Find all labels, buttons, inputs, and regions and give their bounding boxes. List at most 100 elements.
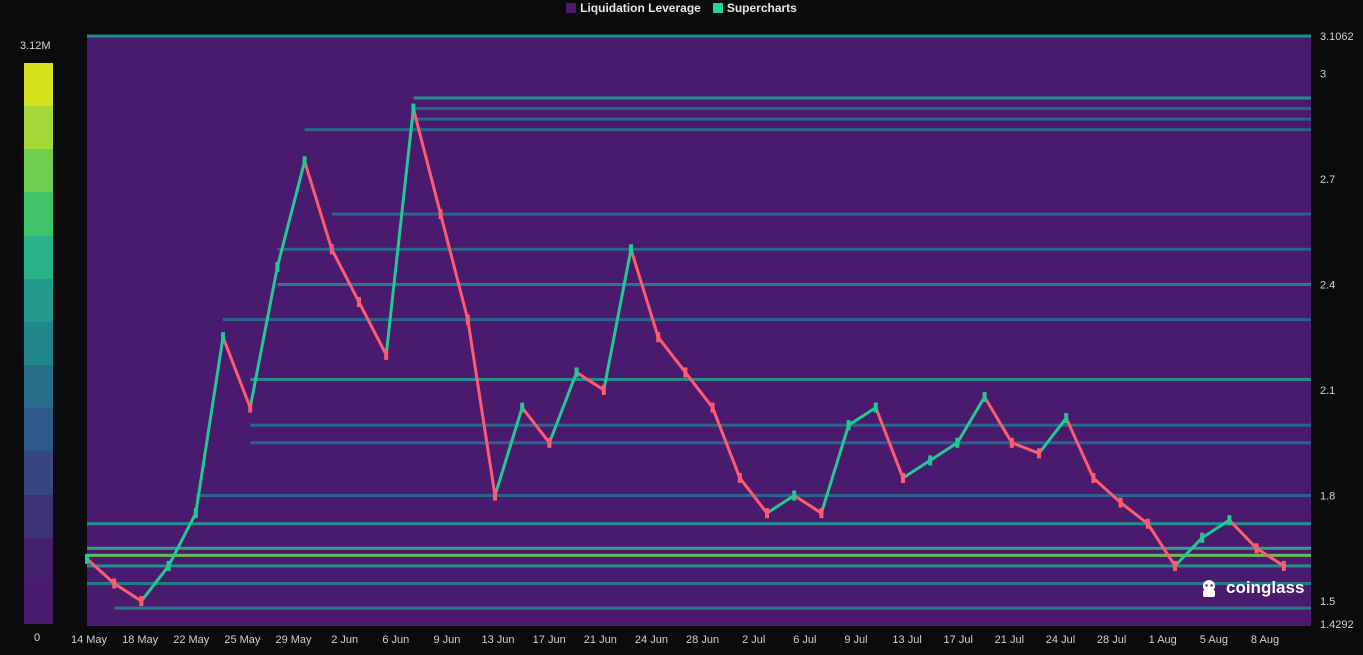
price-candle: [547, 437, 552, 448]
price-candle: [221, 332, 225, 343]
price-candle: [465, 314, 470, 325]
liquidation-level-band: [223, 318, 1311, 322]
price-candle: [139, 596, 144, 607]
x-tick-label: 5 Aug: [1200, 634, 1228, 646]
x-tick-label: 29 May: [275, 634, 312, 646]
liquidation-level-band: [304, 128, 1312, 132]
price-candle: [710, 402, 715, 413]
price-candle: [683, 367, 688, 378]
price-candle: [928, 455, 933, 466]
liquidation-level-band: [250, 423, 1312, 427]
x-tick-label: 13 Jul: [892, 634, 921, 646]
x-tick-label: 8 Aug: [1251, 634, 1279, 646]
price-candle: [384, 349, 389, 360]
liquidation-level-band: [413, 117, 1311, 121]
price-candle: [275, 261, 280, 272]
y-tick-label: 1.5: [1320, 596, 1335, 608]
watermark-text: coinglass: [1226, 578, 1305, 597]
price-candle: [819, 508, 824, 519]
price-candle: [493, 490, 497, 501]
x-tick-label: 2 Jun: [331, 634, 358, 646]
plot-background: [87, 36, 1311, 626]
price-candle: [601, 385, 606, 395]
price-candle: [955, 437, 960, 448]
liquidation-level-band: [277, 282, 1311, 286]
x-tick-label: 28 Jun: [686, 634, 719, 646]
price-candle: [329, 244, 334, 255]
y-tick-label: 1.8: [1320, 491, 1335, 503]
price-candle: [411, 103, 416, 114]
x-axis: 14 May 18 May 22 May 25 May 29 May 2 Jun 6 Jun…: [71, 634, 1279, 646]
y-tick-label: 1.4292: [1320, 619, 1354, 631]
liquidation-level-band: [87, 522, 1311, 526]
coinglass-logo-icon: [1203, 580, 1215, 597]
price-candle: [1091, 472, 1096, 483]
liquidation-level-band: [87, 34, 1311, 38]
price-candle: [438, 209, 443, 220]
liquidation-level-band: [87, 553, 1311, 557]
price-candle: [1037, 448, 1041, 459]
price-candle: [901, 472, 905, 483]
x-tick-label: 21 Jul: [995, 634, 1024, 646]
price-candle: [792, 490, 797, 501]
price-candle: [1118, 497, 1123, 508]
x-tick-label: 1 Aug: [1149, 634, 1177, 646]
y-tick-label: 3: [1320, 68, 1326, 80]
y-axis: 3.1062 3 2.7 2.4 2.1 1.8 1.5 1.4292: [1320, 31, 1354, 631]
price-candle: [1145, 518, 1150, 529]
price-candle: [873, 402, 878, 413]
price-candle: [248, 402, 253, 413]
price-candle: [574, 367, 579, 378]
price-candle: [193, 508, 198, 519]
heatmap-chart[interactable]: 14 May 18 May 22 May 25 May 29 May 2 Jun 6 Jun…: [0, 0, 1363, 655]
coinglass-watermark: coinglass: [1198, 577, 1304, 599]
x-tick-label: 13 Jun: [482, 634, 515, 646]
price-candle: [357, 297, 361, 308]
price-candle: [1009, 437, 1014, 448]
price-candle: [846, 420, 851, 431]
x-tick-label: 6 Jul: [793, 634, 816, 646]
x-tick-label: 9 Jun: [433, 634, 460, 646]
liquidation-level-band: [413, 96, 1311, 100]
x-tick-label: 6 Jun: [382, 634, 409, 646]
price-candle: [1281, 560, 1286, 571]
y-tick-label: 2.7: [1320, 174, 1335, 186]
price-candle: [737, 472, 742, 483]
liquidation-level-band: [87, 564, 1311, 568]
x-tick-label: 21 Jun: [584, 634, 617, 646]
price-candle: [166, 560, 171, 571]
price-candle: [520, 402, 525, 413]
price-candle: [302, 156, 307, 167]
liquidation-level-band: [413, 107, 1311, 111]
price-candle: [656, 332, 661, 343]
y-tick-label: 3.1062: [1320, 31, 1354, 43]
x-tick-label: 28 Jul: [1097, 634, 1126, 646]
x-tick-label: 24 Jun: [635, 634, 668, 646]
price-candle: [1064, 413, 1069, 424]
x-tick-label: 9 Jul: [844, 634, 867, 646]
x-tick-label: 25 May: [224, 634, 261, 646]
liquidation-level-band: [331, 212, 1311, 216]
x-tick-label: 17 Jun: [533, 634, 566, 646]
price-candle: [112, 578, 117, 589]
liquidation-level-band: [87, 582, 1311, 586]
price-candle: [1227, 515, 1232, 526]
x-tick-label: 14 May: [71, 634, 108, 646]
liquidation-level-band: [87, 546, 1311, 550]
x-tick-label: 17 Jul: [944, 634, 973, 646]
x-tick-label: 18 May: [122, 634, 159, 646]
price-candle: [1200, 532, 1205, 543]
liquidation-level-band: [250, 441, 1312, 445]
x-tick-label: 24 Jul: [1046, 634, 1075, 646]
y-tick-label: 2.4: [1320, 279, 1335, 291]
liquidation-level-band: [114, 606, 1312, 610]
price-candle: [982, 392, 987, 403]
price-candle: [1173, 560, 1177, 571]
liquidation-level-band: [277, 247, 1311, 251]
x-tick-label: 2 Jul: [742, 634, 765, 646]
y-tick-label: 2.1: [1320, 385, 1335, 397]
price-candle: [1254, 543, 1259, 554]
x-tick-label: 22 May: [173, 634, 210, 646]
price-candle: [765, 508, 769, 519]
price-candle: [629, 244, 633, 255]
